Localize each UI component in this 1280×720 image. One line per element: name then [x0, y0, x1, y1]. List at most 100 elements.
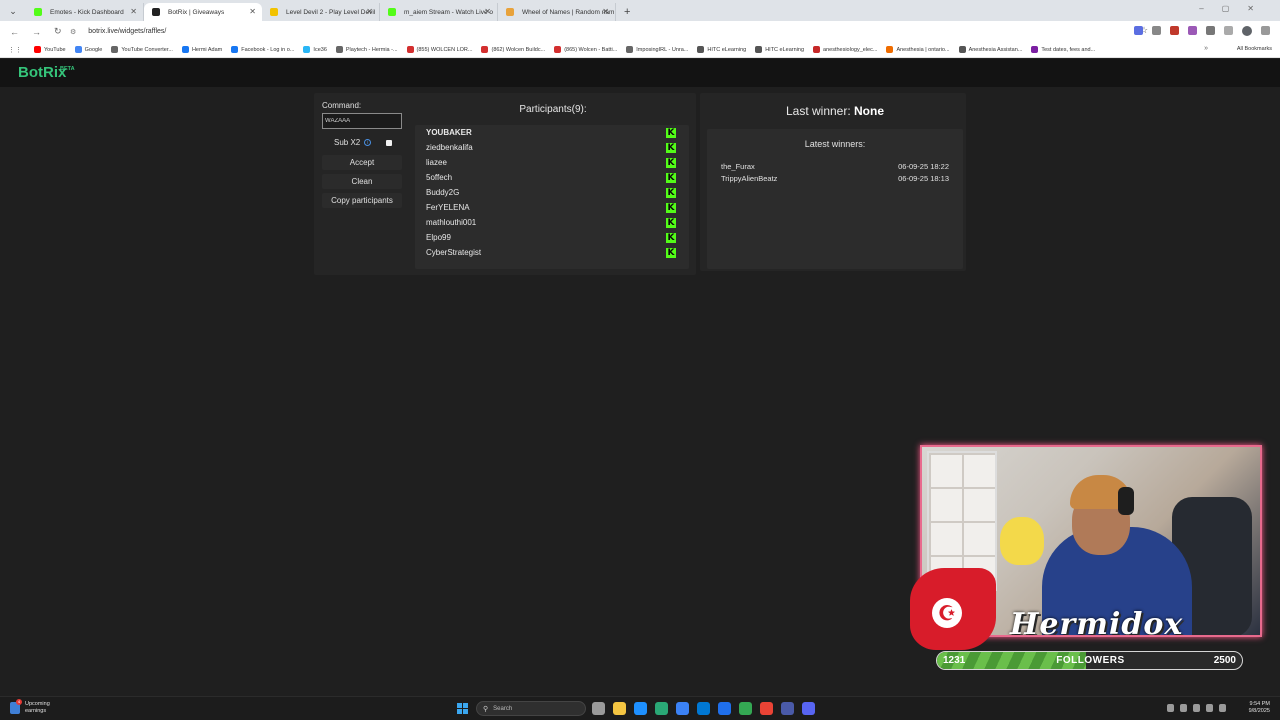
bookmark-item[interactable]: anesthesiology_elec...	[813, 46, 877, 53]
browser-tab[interactable]: BotRix | Giveaways ✕	[144, 3, 262, 21]
botrix-logo[interactable]: BotRix BETA	[18, 64, 75, 81]
participant-row: Elpo99 K	[415, 230, 689, 245]
tab-close-icon[interactable]: ✕	[602, 7, 609, 16]
taskbar-app-icon[interactable]	[781, 702, 794, 715]
start-windows-icon[interactable]	[457, 703, 468, 714]
battery-icon[interactable]	[1219, 704, 1226, 712]
all-bookmarks[interactable]: All Bookmarks	[1237, 46, 1272, 52]
url-field[interactable]: botrix.live/widgets/raffles/	[88, 28, 166, 35]
extensions-puzzle-icon[interactable]	[1206, 26, 1215, 35]
profile-avatar[interactable]	[1242, 26, 1252, 36]
bookmark-item[interactable]: HITC eLearning	[697, 46, 746, 53]
taskbar-app-icon[interactable]	[592, 702, 605, 715]
tray-icon[interactable]	[1180, 704, 1187, 712]
taskbar-app-icon[interactable]	[760, 702, 773, 715]
taskbar-app-icon[interactable]	[655, 702, 668, 715]
winner-row: the_Furax 06-09-25 18:22	[721, 162, 949, 171]
last-winner-value: None	[854, 104, 885, 118]
extension-icon[interactable]	[1134, 26, 1143, 35]
address-bar: ← → ↻ ⚙ botrix.live/widgets/raffles/ ☆	[0, 21, 1280, 42]
reload-icon[interactable]: ↻	[54, 26, 66, 37]
sidebar-icon[interactable]	[1224, 26, 1233, 35]
bookmark-item[interactable]: Test dates, fees and...	[1031, 46, 1095, 53]
extension-icon[interactable]	[1152, 26, 1161, 35]
tab-favicon-icon	[388, 8, 396, 16]
bookmark-item[interactable]: YouTube Converter...	[111, 46, 173, 53]
site-info-icon[interactable]: ⚙	[70, 28, 76, 36]
tray-icon[interactable]	[1167, 704, 1174, 712]
info-icon[interactable]: i	[364, 139, 372, 146]
tab-close-icon[interactable]: ✕	[484, 7, 491, 16]
command-input[interactable]	[322, 113, 402, 129]
more-bookmarks-icon[interactable]: »	[1204, 45, 1208, 52]
bookmark-item[interactable]: ImposingIRL - Unra...	[626, 46, 688, 53]
sub-x2-checkbox[interactable]	[386, 140, 392, 146]
clean-button[interactable]: Clean	[322, 174, 402, 189]
taskbar-app-icon[interactable]	[634, 702, 647, 715]
taskbar-app-icon[interactable]	[718, 702, 731, 715]
extension-icon[interactable]	[1188, 26, 1197, 35]
widgets-button[interactable]: 4 Upcoming earnings	[10, 698, 50, 714]
bookmark-label: Facebook - Log in o...	[241, 46, 295, 53]
browser-tab[interactable]: m_aiem Stream - Watch Live o ✕	[380, 3, 498, 21]
wifi-icon[interactable]	[1193, 704, 1200, 712]
participant-row: mathlouthi001 K	[415, 215, 689, 230]
taskbar-app-icon[interactable]	[739, 702, 752, 715]
bookmark-label: Google	[84, 46, 103, 53]
bookmark-favicon-icon	[34, 46, 41, 53]
bookmark-item[interactable]: (865) Wolcen - Batti...	[554, 46, 617, 53]
taskbar-app-icon[interactable]	[697, 702, 710, 715]
taskbar-search[interactable]: ⚲ Search	[476, 701, 586, 716]
tab-search-icon[interactable]: ⌄	[6, 4, 20, 18]
bookmark-item[interactable]: Hermi Adam	[181, 46, 223, 53]
taskbar-app-icon[interactable]	[676, 702, 689, 715]
bookmark-label: HITC eLearning	[707, 46, 747, 53]
bookmark-item[interactable]: (855) WOLCEN LOR...	[406, 46, 472, 53]
forward-icon[interactable]: →	[32, 27, 44, 37]
participant-row: ziedbenkalifa K	[415, 140, 689, 155]
back-icon[interactable]: ←	[10, 27, 22, 37]
bookmark-favicon-icon	[958, 46, 966, 53]
raffle-panel: Command: Sub X2 i Accept Clean Copy part…	[314, 93, 696, 275]
bookmark-item[interactable]: YouTube	[34, 46, 66, 53]
bookmark-item[interactable]: Playtech - Hermia -...	[335, 46, 398, 53]
streamer-name: Hermidox	[1010, 607, 1184, 637]
participant-name: liazee	[426, 158, 447, 167]
clock[interactable]: 9:54 PM 9/8/2025	[1249, 701, 1270, 715]
tab-close-icon[interactable]: ✕	[249, 7, 256, 16]
window-controls[interactable]: –▢✕	[1199, 4, 1272, 13]
tab-favicon-icon	[270, 8, 278, 16]
volume-icon[interactable]	[1206, 704, 1213, 712]
bookmark-label: Hermi Adam	[191, 46, 223, 53]
sub-multiplier-row: Sub X2 i	[334, 138, 372, 147]
bookmark-item[interactable]: (862) Wolcen Buildc...	[481, 46, 545, 53]
bookmark-item[interactable]: Ice36	[303, 46, 327, 53]
participant-row: Buddy2G K	[415, 185, 689, 200]
extension-icon[interactable]	[1170, 26, 1179, 35]
apps-grid-icon[interactable]: ⋮⋮	[8, 46, 22, 54]
kick-platform-icon: K	[666, 142, 676, 153]
system-tray	[1167, 704, 1226, 712]
kick-platform-icon: K	[666, 157, 676, 168]
accept-button[interactable]: Accept	[322, 155, 402, 170]
bookmark-item[interactable]: Facebook - Log in o...	[231, 46, 294, 53]
bookmark-item[interactable]: Anesthesia Assistan...	[958, 46, 1022, 53]
kick-platform-icon: K	[666, 247, 676, 258]
taskbar-app-icon[interactable]	[613, 702, 626, 715]
bookmark-item[interactable]: HITC eLearning	[755, 46, 804, 53]
browser-tab[interactable]: Level Devil 2 - Play Level Devil ✕	[262, 3, 380, 21]
tab-close-icon[interactable]: ✕	[366, 7, 373, 16]
bookmark-label: Playtech - Hermia -...	[345, 46, 398, 53]
tab-strip: Emotes - Kick Dashboard ✕ BotRix | Giveawa…	[26, 3, 616, 21]
browser-tab[interactable]: Emotes - Kick Dashboard ✕	[26, 3, 144, 21]
bookmark-item[interactable]: Anesthesia | ontario...	[886, 46, 950, 53]
copy-participants-button[interactable]: Copy participants	[322, 193, 402, 208]
menu-icon[interactable]	[1261, 26, 1270, 35]
last-winner-label: Last winner:	[785, 104, 851, 118]
new-tab-icon[interactable]: +	[624, 6, 630, 18]
browser-tab[interactable]: Wheel of Names | Random nam ✕	[498, 3, 616, 21]
taskbar-app-icon[interactable]	[802, 702, 815, 715]
bookmark-item[interactable]: Google	[74, 46, 103, 53]
clock-date: 9/8/2025	[1248, 708, 1270, 714]
tab-close-icon[interactable]: ✕	[130, 7, 137, 16]
